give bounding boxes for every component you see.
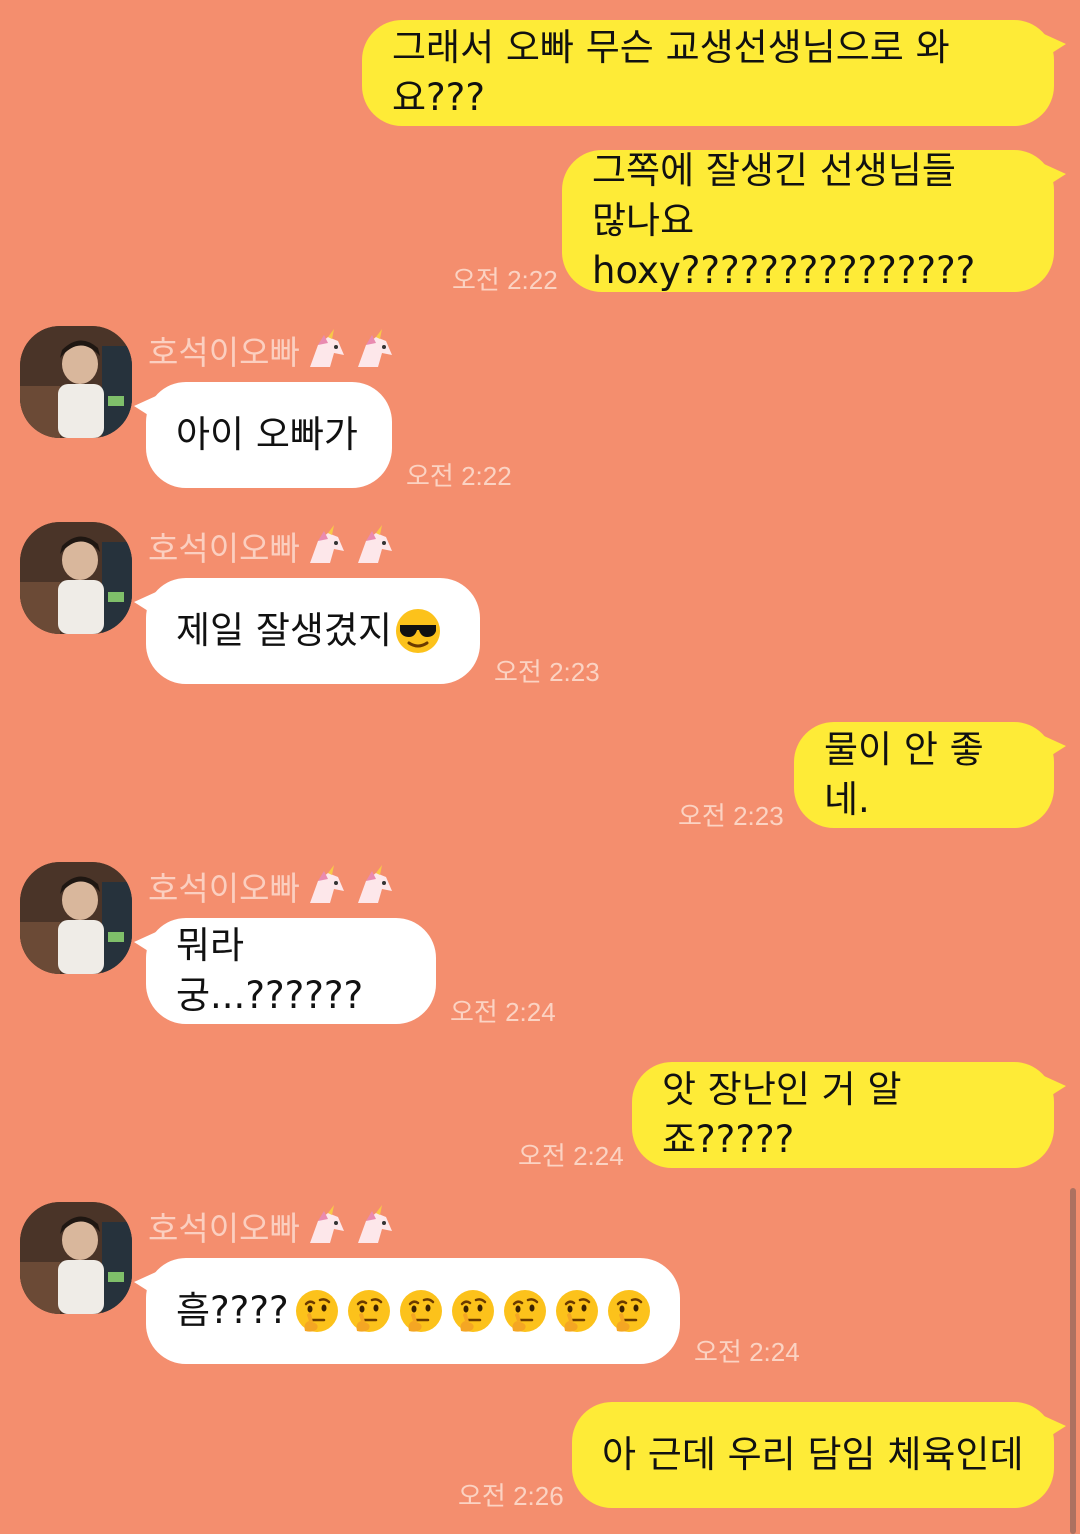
unicorn-icon xyxy=(309,865,344,903)
message-text: 아이 오빠가 xyxy=(176,413,358,456)
message-text: 그래서 오빠 무슨 교생선생님으로 와요??? xyxy=(392,26,950,119)
unicorn-icon xyxy=(357,329,392,367)
message-timestamp: 오전 2:23 xyxy=(494,657,600,687)
message-timestamp: 오전 2:24 xyxy=(450,997,556,1027)
unicorn-icon xyxy=(357,1205,392,1243)
unicorn-icon xyxy=(309,525,344,563)
sender-name-text: 호석이오빠 xyxy=(148,869,300,908)
message-text: 아 근데 우리 담임 체육인데 xyxy=(602,1433,1024,1476)
sender-name: 호석이오빠 xyxy=(148,522,396,570)
thinking-face-emoji-icon xyxy=(503,1290,546,1332)
unicorn-icon xyxy=(309,1205,344,1243)
thinking-face-emoji-icon xyxy=(555,1290,598,1332)
incoming-message-bubble[interactable]: 뭐라궁...?????? xyxy=(134,918,436,1024)
incoming-message-bubble[interactable]: 제일 잘생겼지 xyxy=(134,578,480,684)
thinking-face-emoji-icon xyxy=(451,1290,494,1332)
sender-name: 호석이오빠 xyxy=(148,862,396,910)
message-timestamp: 오전 2:26 xyxy=(458,1481,564,1511)
incoming-message-bubble[interactable]: 흠???? xyxy=(134,1258,680,1364)
sender-name: 호석이오빠 xyxy=(148,1202,396,1250)
sender-avatar[interactable] xyxy=(20,522,132,634)
incoming-message-bubble[interactable]: 아이 오빠가 xyxy=(134,382,392,488)
sender-name-text: 호석이오빠 xyxy=(148,333,300,372)
message-text: 흠???? xyxy=(176,1289,289,1332)
message-timestamp: 오전 2:24 xyxy=(694,1337,800,1367)
message-timestamp: 오전 2:24 xyxy=(518,1141,624,1171)
message-text: 제일 잘생겼지 xyxy=(176,609,393,652)
scrollbar[interactable] xyxy=(1070,1188,1076,1534)
outgoing-message-bubble[interactable]: 그쪽에 잘생긴 선생님들 많나요hoxy??????????????? xyxy=(562,149,1066,292)
message-text: 뭐라궁...?????? xyxy=(176,924,364,1017)
thinking-face-emoji-icon xyxy=(607,1290,650,1332)
avatar-photo-icon xyxy=(20,1202,132,1314)
sunglasses-emoji-icon xyxy=(396,609,441,653)
avatar-photo-icon xyxy=(20,326,132,438)
unicorn-icon xyxy=(357,865,392,903)
sender-avatar[interactable] xyxy=(20,862,132,974)
thinking-face-emoji-icon xyxy=(295,1290,338,1332)
outgoing-message-bubble[interactable]: 아 근데 우리 담임 체육인데 xyxy=(572,1402,1066,1508)
message-text: 그쪽에 잘생긴 선생님들 많나요hoxy??????????????? xyxy=(592,149,976,292)
unicorn-icon xyxy=(309,329,344,367)
message-timestamp: 오전 2:22 xyxy=(452,265,558,295)
thinking-emoji-group xyxy=(289,1287,653,1335)
sender-avatar[interactable] xyxy=(20,1202,132,1314)
sender-name-text: 호석이오빠 xyxy=(148,1209,300,1248)
message-timestamp: 오전 2:23 xyxy=(678,801,784,831)
avatar-photo-icon xyxy=(20,522,132,634)
avatar-photo-icon xyxy=(20,862,132,974)
thinking-face-emoji-icon xyxy=(399,1290,442,1332)
message-text: 물이 안 좋네. xyxy=(824,728,984,821)
sender-name: 호석이오빠 xyxy=(148,326,396,374)
chat-view[interactable]: 그래서 오빠 무슨 교생선생님으로 와요??? 그쪽에 잘생긴 선생님들 많나요… xyxy=(0,0,1080,1534)
sender-avatar[interactable] xyxy=(20,326,132,438)
message-timestamp: 오전 2:22 xyxy=(406,461,512,491)
outgoing-message-bubble[interactable]: 앗 장난인 거 알죠????? xyxy=(632,1062,1066,1168)
message-text: 앗 장난인 거 알죠????? xyxy=(662,1068,902,1161)
thinking-face-emoji-icon xyxy=(347,1290,390,1332)
outgoing-message-bubble[interactable]: 물이 안 좋네. xyxy=(794,722,1066,828)
sender-name-text: 호석이오빠 xyxy=(148,529,300,568)
outgoing-message-bubble[interactable]: 그래서 오빠 무슨 교생선생님으로 와요??? xyxy=(362,20,1066,126)
unicorn-icon xyxy=(357,525,392,563)
